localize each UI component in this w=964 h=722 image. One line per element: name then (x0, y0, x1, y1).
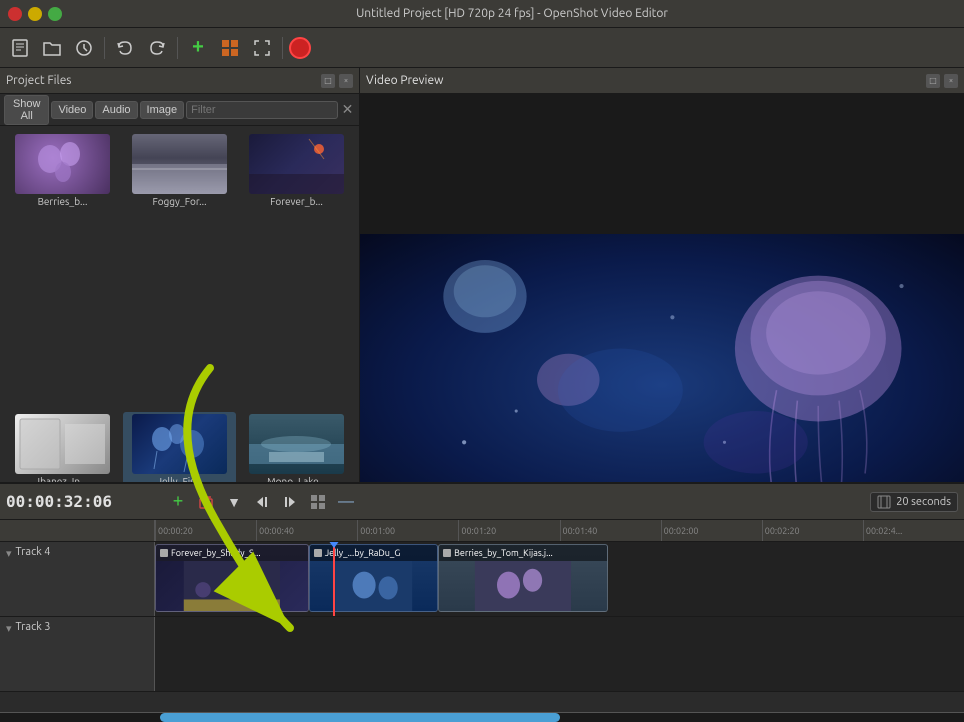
close-button[interactable] (8, 7, 22, 21)
main-toolbar: + (0, 28, 964, 68)
track-3-collapse-icon[interactable]: ▾ (6, 622, 12, 635)
thumb-label-forever: Forever_b... (270, 196, 323, 207)
thumb-label-berries: Berries_b... (38, 196, 88, 207)
timecode-display: 00:00:32:06 (6, 492, 112, 511)
track-4-label: ▾ Track 4 (0, 542, 155, 616)
panel-header-icons: □ × (321, 74, 353, 88)
zoom-out-button[interactable]: — (334, 490, 358, 514)
remove-track-button[interactable] (194, 490, 218, 514)
toolbar-separator-1 (104, 37, 105, 59)
clear-filter-button[interactable]: ✕ (340, 100, 355, 120)
ruler-mark-7: 00:02:4... (866, 526, 902, 536)
clip-forever-header: Forever_by_Shady_S... (156, 545, 308, 561)
ruler-mark-3: 00:01:20 (461, 526, 496, 536)
profile-button[interactable] (216, 34, 244, 62)
clip-jelly-label: Jelly_...by_RaDu_G (325, 548, 401, 558)
filter-video-button[interactable]: Video (51, 101, 93, 119)
clip-berries[interactable]: Berries_by_Tom_Kijas.j... (438, 544, 608, 612)
timeline-jump-end-button[interactable] (278, 490, 302, 514)
track-4-name: Track 4 (16, 546, 51, 558)
panel-close-icon[interactable]: × (339, 74, 353, 88)
clip-forever[interactable]: Forever_by_Shady_S... (155, 544, 309, 612)
ruler-mark-4: 00:01:40 (563, 526, 598, 536)
filter-input[interactable] (186, 101, 338, 119)
thumbnail-berries[interactable]: Berries_b... (6, 132, 119, 408)
project-files-header: Project Files □ × (0, 68, 359, 94)
video-preview-header: Video Preview □ × (360, 68, 964, 94)
recent-projects-button[interactable] (70, 34, 98, 62)
window-title: Untitled Project [HD 720p 24 fps] - Open… (68, 7, 956, 20)
timeline-ruler: 00:00:20 00:00:40 00:01:00 00:01:20 00:0… (155, 520, 964, 541)
track-4-row: ▾ Track 4 Forever_by_Shady_S... (0, 542, 964, 617)
clip-berries-header: Berries_by_Tom_Kijas.j... (439, 545, 607, 561)
clip-jelly[interactable]: Jelly_...by_RaDu_G (309, 544, 438, 612)
thumbnail-foggy[interactable]: Foggy_For... (123, 132, 236, 408)
timeline-scrollbar-thumb[interactable] (160, 713, 560, 722)
ruler-mark-6: 00:02:20 (765, 526, 800, 536)
toolbar-separator-2 (177, 37, 178, 59)
ruler-mark-5: 00:02:00 (664, 526, 699, 536)
preview-expand-icon[interactable]: □ (926, 74, 940, 88)
redo-button[interactable] (143, 34, 171, 62)
snap-toggle-button[interactable] (306, 490, 330, 514)
track-label-header (0, 520, 155, 541)
timeline-jump-start-button[interactable] (250, 490, 274, 514)
duration-label: 20 seconds (896, 495, 951, 507)
track-3-row: ▾ Track 3 (0, 617, 964, 692)
titlebar: Untitled Project [HD 720p 24 fps] - Open… (0, 0, 964, 28)
video-preview-title: Video Preview (366, 74, 443, 87)
toolbar-separator-3 (282, 37, 283, 59)
ruler-mark-1: 00:00:40 (259, 526, 294, 536)
track-4-content[interactable]: Forever_by_Shady_S... Jelly_...by_RaDu_G (155, 542, 964, 616)
track-4-collapse-icon[interactable]: ▾ (6, 547, 12, 560)
timeline-duration: 20 seconds (870, 492, 958, 512)
track-3-name: Track 3 (16, 621, 51, 633)
panel-expand-icon[interactable]: □ (321, 74, 335, 88)
timeline-ruler-row: 00:00:20 00:00:40 00:01:00 00:01:20 00:0… (0, 520, 964, 542)
open-project-button[interactable] (38, 34, 66, 62)
filter-all-button[interactable]: Show All (4, 95, 49, 125)
timeline-toolbar: 00:00:32:06 + ▼ — 20 seconds (0, 484, 964, 520)
clip-forever-thumb (156, 561, 308, 611)
timeline-tracks: ▾ Track 4 Forever_by_Shady_S... (0, 542, 964, 712)
maximize-button[interactable] (48, 7, 62, 21)
fullscreen-button[interactable] (248, 34, 276, 62)
preview-close-icon[interactable]: × (944, 74, 958, 88)
add-track-button[interactable]: + (166, 490, 190, 514)
import-files-button[interactable]: + (184, 34, 212, 62)
filter-audio-button[interactable]: Audio (95, 101, 137, 119)
clip-forever-label: Forever_by_Shady_S... (171, 548, 261, 558)
record-button[interactable] (289, 37, 311, 59)
filter-button[interactable]: ▼ (222, 490, 246, 514)
thumbnail-forever[interactable]: Forever_b... (240, 132, 353, 408)
clip-jelly-thumb (310, 561, 437, 611)
project-files-title: Project Files (6, 74, 72, 87)
minimize-button[interactable] (28, 7, 42, 21)
ruler-mark-0: 00:00:20 (158, 526, 193, 536)
clip-jelly-header: Jelly_...by_RaDu_G (310, 545, 437, 561)
thumb-label-foggy: Foggy_For... (152, 196, 206, 207)
filter-image-button[interactable]: Image (140, 101, 185, 119)
new-project-button[interactable] (6, 34, 34, 62)
timeline-content: 00:00:20 00:00:40 00:01:00 00:01:20 00:0… (0, 520, 964, 712)
track-3-content[interactable] (155, 617, 964, 691)
undo-button[interactable] (111, 34, 139, 62)
timeline-scrollbar[interactable] (0, 712, 964, 722)
clip-berries-thumb (439, 561, 607, 611)
track-3-label: ▾ Track 3 (0, 617, 155, 691)
clip-berries-label: Berries_by_Tom_Kijas.j... (454, 548, 553, 558)
ruler-mark-2: 00:01:00 (360, 526, 395, 536)
project-files-controls: Show All Video Audio Image ✕ (0, 94, 359, 126)
timeline-area: 00:00:32:06 + ▼ — 20 seconds (0, 482, 964, 722)
